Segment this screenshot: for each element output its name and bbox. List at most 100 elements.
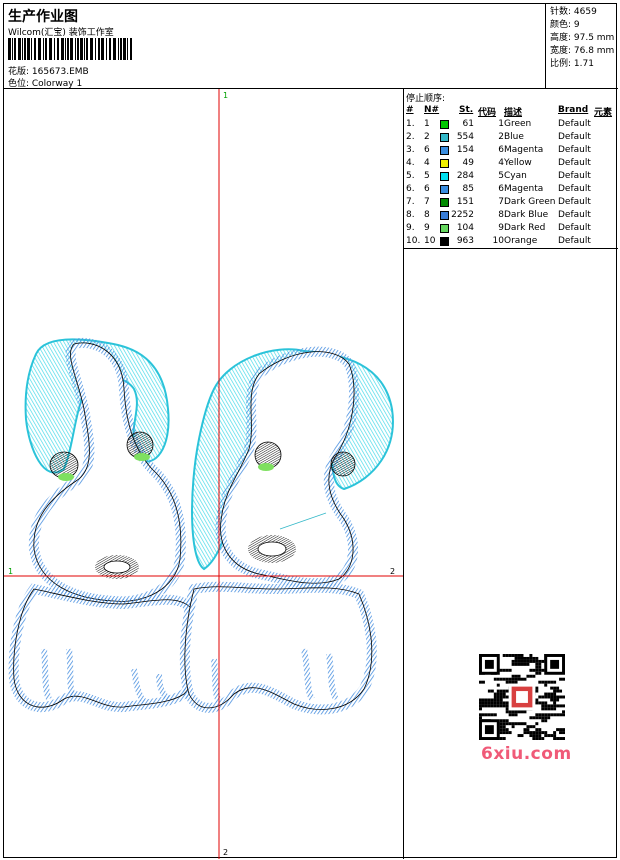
row-stitches: 85 bbox=[462, 184, 474, 194]
stats-panel: 针数: 4659 颜色: 9 高度: 97.5 mm 宽度: 76.8 mm 比… bbox=[546, 4, 618, 89]
color-row: 9. 9 104 9 Dark Red Default bbox=[404, 222, 618, 235]
guide-marker-right: 2 bbox=[390, 567, 395, 576]
page-title: 生产作业图 bbox=[8, 9, 78, 25]
color-row: 2. 2 554 2 Blue Default bbox=[404, 131, 618, 144]
design-canvas: 1 2 1 2 bbox=[4, 89, 404, 859]
row-description: Magenta bbox=[504, 145, 544, 155]
qr-code-icon bbox=[479, 654, 565, 740]
color-count: 颜色: 9 bbox=[550, 20, 580, 30]
guide-marker-top: 1 bbox=[223, 91, 228, 100]
color-sequence-panel: 停止顺序: # N# St. 代码 描述 Brand 元素 1. 1 61 1 Gree… bbox=[404, 89, 618, 249]
color-swatch bbox=[440, 159, 449, 168]
row-description: Dark Green bbox=[504, 197, 556, 207]
row-brand: Default bbox=[558, 171, 591, 181]
row-stitches: 2252 bbox=[451, 210, 474, 220]
row-index: 6. bbox=[406, 184, 415, 194]
header-n: N# bbox=[424, 105, 440, 115]
row-stitches: 104 bbox=[456, 223, 474, 233]
row-index: 9. bbox=[406, 223, 415, 233]
row-needle: 9 bbox=[424, 223, 430, 233]
row-stitches: 61 bbox=[462, 119, 474, 129]
row-description: Yellow bbox=[504, 158, 532, 168]
header-block: 生产作业图 Wilcom(汇宝) 装饰工作室 花版: 165673.EMB 色位… bbox=[4, 4, 546, 89]
color-swatch bbox=[440, 133, 449, 142]
row-stitches: 554 bbox=[456, 132, 474, 142]
colorway-name: 色位: Colorway 1 bbox=[8, 79, 83, 89]
color-swatch bbox=[440, 198, 449, 207]
row-needle: 6 bbox=[424, 184, 430, 194]
stop-sequence-label: 停止顺序: bbox=[406, 94, 446, 104]
row-stitches: 154 bbox=[456, 145, 474, 155]
color-row: 5. 5 284 5 Cyan Default bbox=[404, 170, 618, 183]
color-row: 8. 8 2252 8 Dark Blue Default bbox=[404, 209, 618, 222]
header-description: 描述 bbox=[504, 108, 523, 118]
row-description: Cyan bbox=[504, 171, 527, 181]
row-needle: 6 bbox=[424, 145, 430, 155]
design-ratio: 比例: 1.71 bbox=[550, 59, 594, 69]
row-brand: Default bbox=[558, 145, 591, 155]
design-width: 宽度: 76.8 mm bbox=[550, 46, 615, 56]
color-swatch bbox=[440, 146, 449, 155]
row-index: 7. bbox=[406, 197, 415, 207]
color-row: 7. 7 151 7 Dark Green Default bbox=[404, 196, 618, 209]
color-swatch bbox=[440, 120, 449, 129]
row-stitches: 963 bbox=[456, 236, 474, 246]
embroidery-preview: 1 2 1 2 bbox=[4, 89, 403, 859]
row-index: 5. bbox=[406, 171, 415, 181]
row-stitches: 49 bbox=[462, 158, 474, 168]
company-name: Wilcom(汇宝) 装饰工作室 bbox=[8, 28, 114, 38]
header-element: 元素 bbox=[594, 108, 613, 118]
color-swatch bbox=[440, 185, 449, 194]
row-stitches: 151 bbox=[456, 197, 474, 207]
left-dog bbox=[8, 338, 202, 713]
row-needle: 1 bbox=[424, 119, 430, 129]
row-needle: 5 bbox=[424, 171, 430, 181]
row-index: 4. bbox=[406, 158, 415, 168]
row-code: 10 bbox=[492, 236, 504, 246]
row-index: 2. bbox=[406, 132, 415, 142]
color-row: 1. 1 61 1 Green Default bbox=[404, 118, 618, 131]
row-needle: 2 bbox=[424, 132, 430, 142]
row-description: Magenta bbox=[504, 184, 544, 194]
guide-marker-bottom: 2 bbox=[223, 848, 228, 857]
row-index: 3. bbox=[406, 145, 415, 155]
row-brand: Default bbox=[558, 132, 591, 142]
production-sheet: 生产作业图 Wilcom(汇宝) 装饰工作室 花版: 165673.EMB 色位… bbox=[3, 3, 618, 859]
row-brand: Default bbox=[558, 184, 591, 194]
row-brand: Default bbox=[558, 197, 591, 207]
color-row: 10. 10 963 10 Orange Default bbox=[404, 235, 618, 248]
row-description: Green bbox=[504, 119, 532, 129]
design-height: 高度: 97.5 mm bbox=[550, 33, 615, 43]
color-swatch bbox=[440, 172, 449, 181]
row-brand: Default bbox=[558, 210, 591, 220]
row-description: Dark Red bbox=[504, 223, 546, 233]
row-brand: Default bbox=[558, 236, 591, 246]
row-description: Blue bbox=[504, 132, 524, 142]
color-swatch bbox=[440, 237, 449, 246]
stitch-count: 针数: 4659 bbox=[550, 7, 597, 17]
guide-marker-left: 1 bbox=[8, 567, 13, 576]
row-brand: Default bbox=[558, 119, 591, 129]
barcode-icon bbox=[8, 38, 132, 60]
color-row: 3. 6 154 6 Magenta Default bbox=[404, 144, 618, 157]
color-row: 4. 4 49 4 Yellow Default bbox=[404, 157, 618, 170]
row-description: Orange bbox=[504, 236, 538, 246]
row-needle: 10 bbox=[424, 236, 436, 246]
row-index: 8. bbox=[406, 210, 415, 220]
header-code: 代码 bbox=[478, 108, 497, 118]
color-swatch bbox=[440, 211, 449, 220]
header-stitches: St. bbox=[459, 105, 474, 115]
row-brand: Default bbox=[558, 158, 591, 168]
row-needle: 8 bbox=[424, 210, 430, 220]
row-needle: 7 bbox=[424, 197, 430, 207]
header-brand: Brand bbox=[558, 105, 589, 115]
right-dog bbox=[179, 346, 394, 715]
row-needle: 4 bbox=[424, 158, 430, 168]
row-index: 10. bbox=[406, 236, 421, 246]
row-stitches: 284 bbox=[456, 171, 474, 181]
header-num: # bbox=[406, 105, 414, 115]
site-watermark: 6xiu.com bbox=[481, 744, 572, 764]
row-description: Dark Blue bbox=[504, 210, 549, 220]
color-row: 6. 6 85 6 Magenta Default bbox=[404, 183, 618, 196]
row-index: 1. bbox=[406, 119, 415, 129]
